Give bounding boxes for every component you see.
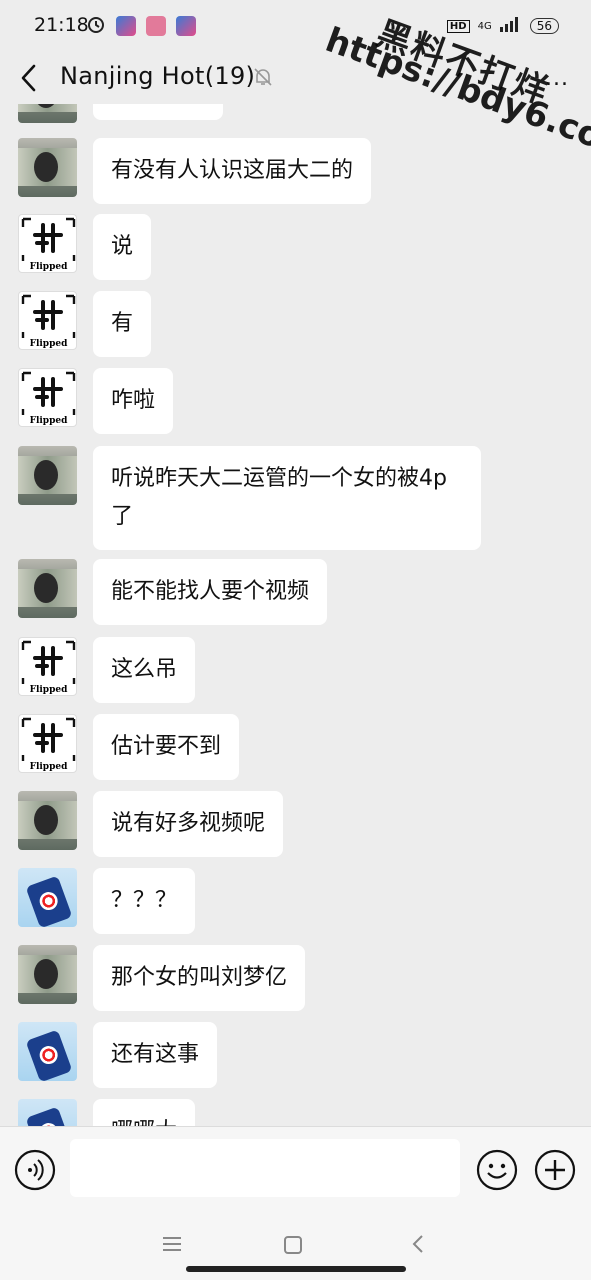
message-bubble[interactable]: 这么吊 (93, 637, 196, 703)
flipped-logo-icon: Flipped (21, 294, 76, 349)
message-row (18, 104, 223, 123)
flipped-logo-icon: Flipped (21, 371, 76, 426)
avatar-label: Flipped (30, 685, 69, 695)
message-bubble[interactable]: 能不能找人要个视频 (93, 559, 328, 625)
avatar[interactable]: Flipped (18, 368, 77, 427)
flipped-logo-icon: Flipped (21, 217, 76, 272)
app-notification-icon (176, 16, 196, 36)
muted-bell-icon (252, 66, 274, 88)
status-bar: 21:18 HD 4G 56 (0, 0, 591, 52)
alarm-icon (86, 14, 106, 38)
message-row: Flipped 这么吊 (18, 637, 196, 703)
back-nav-icon[interactable] (410, 1234, 426, 1254)
avatar[interactable] (18, 104, 77, 123)
message-bubble[interactable]: 说有好多视频呢 (93, 791, 284, 857)
menu-icon[interactable] (162, 1236, 182, 1252)
home-indicator[interactable] (186, 1266, 406, 1272)
avatar[interactable] (18, 791, 77, 850)
add-button[interactable] (534, 1149, 576, 1191)
avatar[interactable] (18, 945, 77, 1004)
avatar[interactable]: Flipped (18, 291, 77, 350)
message-bubble[interactable]: 有没有人认识这届大二的 (93, 138, 372, 204)
avatar-label: Flipped (30, 762, 69, 772)
system-nav-bar (0, 1210, 591, 1280)
flipped-logo-icon: Flipped (21, 717, 76, 772)
message-bubble[interactable]: ？？？ (93, 868, 196, 934)
avatar[interactable]: Flipped (18, 714, 77, 773)
back-button[interactable] (14, 60, 44, 96)
message-row: 说有好多视频呢 (18, 791, 284, 857)
message-row: Flipped 说 (18, 214, 152, 280)
avatar[interactable] (18, 559, 77, 618)
home-icon[interactable] (284, 1236, 302, 1254)
message-row: Flipped 咋啦 (18, 368, 174, 434)
message-input[interactable] (70, 1139, 460, 1197)
avatar-label: Flipped (30, 262, 69, 272)
avatar[interactable]: Flipped (18, 637, 77, 696)
message-row: 还有这事 (18, 1022, 218, 1088)
voice-button[interactable] (14, 1149, 56, 1191)
avatar[interactable] (18, 868, 77, 927)
message-row: 那个女的叫刘梦亿 (18, 945, 306, 1011)
chat-title: Nanjing Hot(19) (60, 62, 256, 90)
message-list[interactable]: 有没有人认识这届大二的 Flipped 说 Flipped 有 Flipped … (0, 104, 591, 1126)
status-time: 21:18 (34, 14, 89, 36)
app-notification-icon (146, 16, 166, 36)
plus-icon (534, 1149, 576, 1191)
message-bubble[interactable]: 咋啦 (93, 368, 174, 434)
avatar[interactable] (18, 1099, 77, 1126)
message-bubble[interactable]: 还有这事 (93, 1022, 218, 1088)
message-bubble[interactable]: 有 (93, 291, 152, 357)
signal-icon (499, 16, 522, 36)
message-row: ？？？ (18, 868, 196, 934)
message-row: 有没有人认识这届大二的 (18, 138, 372, 204)
app-notification-icon (116, 16, 136, 36)
avatar[interactable]: Flipped (18, 214, 77, 273)
avatar-label: Flipped (30, 416, 69, 426)
message-row: 听说昨天大二运管的一个女的被4p 了 (18, 446, 481, 550)
emoji-button[interactable] (476, 1149, 518, 1191)
chevron-left-icon (21, 64, 36, 92)
voice-icon (14, 1149, 56, 1191)
message-bubble[interactable]: 说 (93, 214, 152, 280)
emoji-icon (476, 1149, 518, 1191)
battery-indicator: 56 (529, 18, 559, 34)
message-bubble[interactable]: 听说昨天大二运管的一个女的被4p 了 (93, 446, 481, 550)
message-bubble[interactable]: 那个女的叫刘梦亿 (93, 945, 306, 1011)
message-bubble[interactable] (93, 104, 223, 120)
message-row: 能不能找人要个视频 (18, 559, 328, 625)
avatar-label: Flipped (30, 339, 69, 349)
message-row: 哪哪大 (18, 1099, 196, 1126)
message-bubble[interactable]: 哪哪大 (93, 1099, 196, 1126)
message-row: Flipped 估计要不到 (18, 714, 240, 780)
avatar[interactable] (18, 138, 77, 197)
message-bubble[interactable]: 估计要不到 (93, 714, 240, 780)
input-bar (0, 1126, 591, 1211)
flipped-logo-icon: Flipped (21, 640, 76, 695)
message-row: Flipped 有 (18, 291, 152, 357)
network-label: 4G (477, 20, 492, 32)
notification-icons (86, 14, 196, 38)
avatar[interactable] (18, 1022, 77, 1081)
avatar[interactable] (18, 446, 77, 505)
